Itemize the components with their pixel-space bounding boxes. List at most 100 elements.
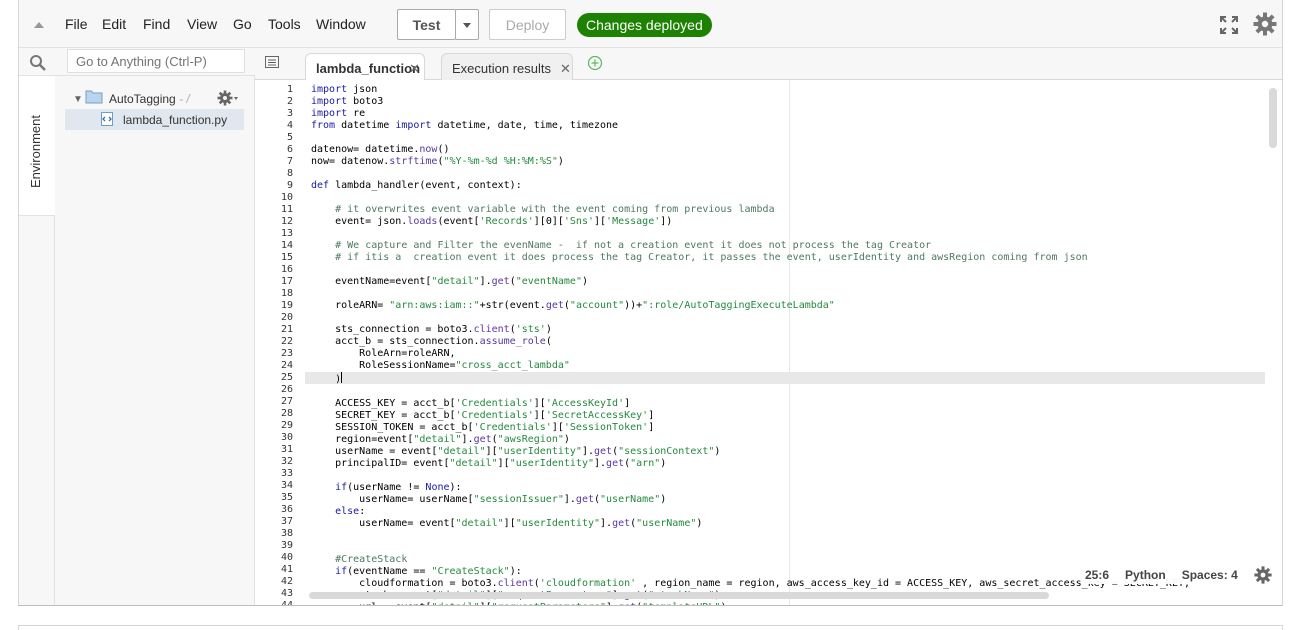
file-item-lambda[interactable]: lambda_function.py [65,109,244,130]
line-number: 21 [280,324,293,335]
code-line[interactable]: now= datenow.strftime("%Y-%m-%d %H:%M:%S… [311,156,1190,168]
line-number: 2 [286,96,293,107]
editor-settings-icon[interactable] [1254,566,1272,584]
code-line[interactable]: userName= event["detail"]["userIdentity"… [311,518,1190,530]
horizontal-scrollbar[interactable] [309,592,1049,599]
line-number: 37 [280,516,293,527]
line-number: 39 [280,540,293,551]
collapse-up-icon[interactable] [31,18,47,32]
language-mode[interactable]: Python [1125,568,1166,582]
ide-window: File Edit Find View Go Tools Window Test… [18,0,1283,606]
code-line[interactable]: principalID= event["detail"]["userIdenti… [311,458,1190,470]
code-line[interactable]: def lambda_handler(event, context): [311,180,1190,192]
code-line[interactable]: # We capture and Filter the evenName - i… [311,240,1190,252]
menu-view[interactable]: View [187,16,217,32]
expand-arrow-icon[interactable]: ▼ [73,94,83,105]
code-line[interactable]: event= json.loads(event['Records'][0]['S… [311,216,1190,228]
code-line[interactable]: ​ [311,386,1190,398]
code-line[interactable]: eventName=event["detail"].get("eventName… [311,276,1190,288]
menu-go[interactable]: Go [233,16,252,32]
code-line[interactable]: sts_connection = boto3.client('sts') [311,324,1190,336]
tab-environment[interactable]: Environment [19,76,55,216]
code-line[interactable]: datenow= datetime.now() [311,144,1190,156]
tab-execution-results-label: Execution results [452,61,551,76]
folder-name[interactable]: AutoTagging - / [109,92,190,106]
tab-execution-results[interactable]: Execution results ✕ [441,53,573,81]
search-input[interactable] [67,49,245,73]
code-line[interactable]: cloudformation = boto3.client('cloudform… [311,578,1190,590]
add-tab-icon[interactable] [587,55,603,71]
tab-list-icon[interactable] [265,56,279,68]
folder-settings-icon[interactable] [217,90,239,106]
code-content[interactable]: import json import boto3 import re from dat… [311,84,1190,605]
tab-lambda-function[interactable]: lambda_function ✕ [305,53,425,82]
code-line[interactable]: ​ [311,192,1190,204]
line-number: 35 [280,492,293,503]
line-number: 40 [280,552,293,563]
line-number: 18 [280,288,293,299]
code-line[interactable]: else: [311,506,1190,518]
menu-find[interactable]: Find [143,16,170,32]
gear-icon[interactable] [1253,12,1277,36]
code-line[interactable]: from datetime import datetime, date, tim… [311,120,1190,132]
menu-file[interactable]: File [65,16,88,32]
code-line[interactable]: import json [311,84,1190,96]
code-line[interactable]: ​ [311,264,1190,276]
code-line[interactable]: if(eventName == "CreateStack"): [311,566,1190,578]
code-line[interactable]: userName= userName["sessionIssuer"].get(… [311,494,1190,506]
chevron-down-icon [463,22,471,28]
menu-tools[interactable]: Tools [268,16,301,32]
code-line[interactable]: RoleSessionName="cross_acct_lambda" [311,360,1190,372]
code-line[interactable]: ​ [311,530,1190,542]
line-number: 26 [280,384,293,395]
cursor-position[interactable]: 25:6 [1085,568,1109,582]
code-line[interactable]: import re [311,108,1190,120]
line-number: 36 [280,504,293,515]
fullscreen-icon[interactable] [1219,15,1239,35]
code-line[interactable]: import boto3 [311,96,1190,108]
indent-setting[interactable]: Spaces: 4 [1182,568,1238,582]
line-number: 19 [280,300,293,311]
menu-edit[interactable]: Edit [102,16,126,32]
code-line[interactable]: ​ [311,132,1190,144]
close-icon[interactable]: ✕ [409,61,420,77]
code-line[interactable]: ACCESS_KEY = acct_b['Credentials']['Acce… [311,398,1190,410]
code-line[interactable]: ​ [311,470,1190,482]
code-line[interactable]: # if itis a creation event it does proce… [311,252,1190,264]
code-line[interactable]: url = event["detail"]["requestParameters… [311,602,1190,605]
environment-panel: ▼ AutoTagging - / lambda_function.py [19,48,291,605]
code-line[interactable]: acct_b = sts_connection.assume_role( [311,336,1190,348]
code-line[interactable]: ​ [311,542,1190,554]
line-number: 8 [286,168,293,179]
deploy-button[interactable]: Deploy [489,9,566,40]
code-editor[interactable]: 1 2 3 4 5 6 7 8 9 10 11 12 13 14 15 16 17 18 19 20 21 22 23 24 2… [255,80,1282,605]
line-number: 17 [280,276,293,287]
status-badge: Changes deployed [577,13,712,37]
test-dropdown-button[interactable] [455,9,479,40]
code-line[interactable]: ​ [311,288,1190,300]
code-line[interactable]: region=event["detail"].get("awsRegion") [311,434,1190,446]
line-number: 41 [280,564,293,575]
code-line[interactable]: roleARN= "arn:aws:iam::"+str(event.get("… [311,300,1190,312]
line-number: 9 [286,180,293,191]
line-number: 7 [286,156,293,167]
bottom-panel-edge [18,625,1283,630]
code-line[interactable]: userName = event["detail"]["userIdentity… [311,446,1190,458]
menu-window[interactable]: Window [316,16,366,32]
line-number: 31 [280,444,293,455]
code-line[interactable]: #CreateStack [311,554,1190,566]
line-number: 38 [280,528,293,539]
close-icon[interactable]: ✕ [560,61,571,77]
vertical-scrollbar[interactable] [1269,88,1277,148]
code-line[interactable]: RoleArn=roleARN, [311,348,1190,360]
code-line[interactable]: SECRET_KEY = acct_b['Credentials']['Secr… [311,410,1190,422]
code-line[interactable]: ​ [311,168,1190,180]
code-line[interactable]: SESSION_TOKEN = acct_b['Credentials']['S… [311,422,1190,434]
code-line[interactable]: # it overwrites event variable with the … [311,204,1190,216]
code-line[interactable]: ​ [311,228,1190,240]
code-line[interactable]: if(userName != None): [311,482,1190,494]
test-button[interactable]: Test [397,9,456,40]
code-line[interactable]: ) [311,372,1190,386]
line-numbers: 1 2 3 4 5 6 7 8 9 10 11 12 13 14 15 16 17 18 19 20 21 22 23 24 2… [255,84,293,605]
code-line[interactable]: ​ [311,312,1190,324]
